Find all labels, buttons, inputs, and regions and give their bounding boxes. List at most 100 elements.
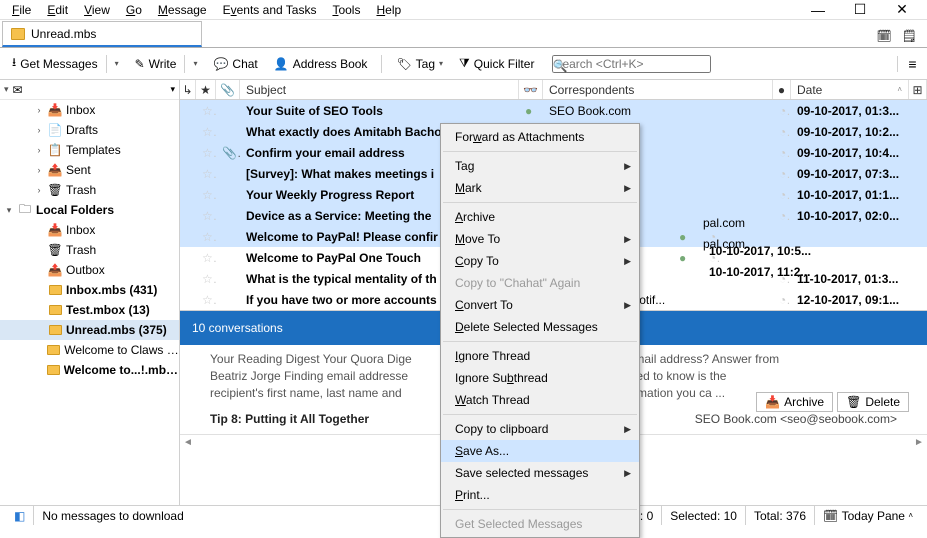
chevron-down-icon[interactable]: ▾ [115, 59, 119, 68]
menu-edit[interactable]: Edit [39, 1, 76, 19]
ctx-watch-thread[interactable]: Watch Thread [441, 389, 639, 411]
star-icon[interactable]: ☆ [196, 146, 216, 160]
star-icon[interactable]: ☆ [196, 251, 216, 265]
ctx-label: Tag [455, 159, 474, 173]
expand-icon: › [34, 145, 44, 155]
search-input[interactable] [552, 55, 711, 73]
ctx-save-selected-messages[interactable]: Save selected messages▶ [441, 462, 639, 484]
quick-filter-button[interactable]: ⧩ Quick Filter [453, 53, 540, 74]
tree-item-inbox-mbs-431-[interactable]: Inbox.mbs (431) [0, 280, 179, 300]
minimize-button[interactable]: — [797, 0, 839, 20]
menu-view[interactable]: View [76, 1, 118, 19]
tree-item-outbox[interactable]: 📤Outbox [0, 260, 179, 280]
tree-item-trash[interactable]: ›🗑Trash [0, 180, 179, 200]
ctx-print-[interactable]: Print... [441, 484, 639, 506]
ctx-mark[interactable]: Mark▶ [441, 177, 639, 199]
scroll-left[interactable]: ◄ [180, 435, 196, 450]
chat-button[interactable]: 💬 Chat [207, 54, 263, 74]
today-pane-toggle[interactable]: 🗓 Today Pane ˄ [814, 506, 921, 525]
menu-help[interactable]: Help [368, 1, 409, 19]
date-cell: 09-10-2017, 10:2... [791, 125, 909, 139]
col-attach[interactable]: 📎 [216, 80, 240, 99]
tree-local-folders[interactable]: ▾🗀Local Folders [0, 200, 179, 220]
scroll-right[interactable]: ► [911, 435, 927, 450]
archive-button[interactable]: 📥Archive [756, 392, 833, 412]
star-icon[interactable]: ☆ [196, 188, 216, 202]
ctx-delete-selected-messages[interactable]: Delete Selected Messages [441, 316, 639, 338]
ctx-move-to[interactable]: Move To▶ [441, 228, 639, 250]
tree-item-welcome-to-claws-mail[interactable]: Welcome to Claws Mail [0, 340, 179, 360]
col-thread[interactable]: ↳ [180, 80, 196, 99]
col-subject[interactable]: Subject [240, 80, 519, 99]
star-icon[interactable]: ☆ [196, 104, 216, 118]
message-row[interactable]: ☆Your Suite of SEO Tools●SEO Book.com◔09… [180, 100, 927, 121]
tab-unread-mbs[interactable]: Unread.mbs [2, 21, 202, 47]
ctx-tag[interactable]: Tag▶ [441, 155, 639, 177]
star-icon[interactable]: ☆ [196, 272, 216, 286]
chevron-down-icon[interactable]: ▾ [193, 59, 197, 68]
activity-icon[interactable]: ◧ [14, 509, 25, 523]
read-icon[interactable]: ◔ [773, 104, 791, 118]
ctx-save-as-[interactable]: Save As... [441, 440, 639, 462]
tree-item-drafts[interactable]: ›📄Drafts [0, 120, 179, 140]
star-icon[interactable]: ☆ [196, 293, 216, 307]
app-menu-button[interactable]: ≡ [897, 56, 921, 72]
tree-label: Trash [66, 243, 96, 257]
menu-events-tasks[interactable]: Events and Tasks [215, 1, 325, 19]
col-correspondents[interactable]: Correspondents [543, 80, 773, 99]
col-picker[interactable]: ⊞ [909, 80, 927, 99]
tree-item-sent[interactable]: ›📤Sent [0, 160, 179, 180]
col-link[interactable]: 👓 [519, 80, 543, 99]
read-icon[interactable]: ◔ [773, 272, 791, 286]
chevron-down-icon[interactable]: ▾ [439, 59, 443, 68]
tree-item-templates[interactable]: ›📋Templates [0, 140, 179, 160]
menu-message[interactable]: Message [150, 1, 215, 19]
delete-button[interactable]: 🗑Delete [837, 392, 909, 412]
star-icon[interactable]: ☆ [196, 230, 216, 244]
ctx-archive[interactable]: Archive [441, 206, 639, 228]
menu-tools[interactable]: Tools [324, 1, 368, 19]
read-icon[interactable]: ◔ [773, 167, 791, 181]
tasks-icon[interactable]: 🗒 [902, 29, 917, 43]
col-star[interactable]: ★ [196, 80, 216, 99]
ctx-copy-to[interactable]: Copy To▶ [441, 250, 639, 272]
ctx-ignore-thread[interactable]: Ignore Thread [441, 345, 639, 367]
calendar-icon[interactable]: 🗓 [877, 29, 892, 43]
tab-label: Unread.mbs [31, 27, 96, 41]
tree-item-inbox[interactable]: ›📥Inbox [0, 100, 179, 120]
read-icon[interactable]: ◔ [773, 188, 791, 202]
ctx-label: Copy to clipboard [455, 422, 548, 436]
address-book-button[interactable]: 👤 Address Book [268, 54, 374, 74]
get-messages-button[interactable]: ⭳ Get Messages ▾ [6, 50, 125, 77]
tree-item-trash[interactable]: 🗑Trash [0, 240, 179, 260]
chevron-down-icon[interactable]: ▾ [4, 205, 14, 216]
tree-item-inbox[interactable]: 📥Inbox [0, 220, 179, 240]
star-icon[interactable]: ☆ [196, 209, 216, 223]
account-options-icon[interactable]: ▾ [170, 84, 175, 95]
digest-text: Your Reading Digest Your Quora Dige [210, 351, 412, 368]
tree-item-test-mbox-13-[interactable]: Test.mbox (13) [0, 300, 179, 320]
menu-go[interactable]: Go [118, 1, 150, 19]
star-icon[interactable]: ☆ [196, 125, 216, 139]
read-icon[interactable]: ◔ [703, 251, 721, 265]
tree-item-unread-mbs-375-[interactable]: Unread.mbs (375) [0, 320, 179, 340]
col-date[interactable]: Date ˄ [791, 80, 909, 99]
close-button[interactable]: ✕ [881, 0, 923, 20]
read-icon[interactable]: ◔ [773, 146, 791, 160]
menu-file[interactable]: File [4, 1, 39, 19]
ctx-convert-to[interactable]: Convert To▶ [441, 294, 639, 316]
account-expand-icon[interactable]: ▾ [4, 84, 9, 95]
tree-item-welcome-to-mbox-1-[interactable]: Welcome to...!.mbox (1) [0, 360, 179, 380]
trash-icon: 🗑 [48, 183, 62, 197]
ctx-ignore-subthread[interactable]: Ignore Subthread [441, 367, 639, 389]
read-icon[interactable]: ◔ [773, 125, 791, 139]
star-icon[interactable]: ☆ [196, 167, 216, 181]
tag-button[interactable]: 🏷 Tag ▾ [390, 54, 449, 74]
maximize-button[interactable]: ☐ [839, 0, 881, 20]
read-icon[interactable]: ◔ [773, 293, 791, 307]
ctx-forward-as-attachments[interactable]: Forward as Attachments [441, 126, 639, 148]
col-read[interactable]: ● [773, 80, 791, 99]
expand-icon: › [34, 105, 44, 115]
ctx-copy-to-clipboard[interactable]: Copy to clipboard▶ [441, 418, 639, 440]
write-button[interactable]: ✎ Write ▾ [129, 52, 204, 76]
